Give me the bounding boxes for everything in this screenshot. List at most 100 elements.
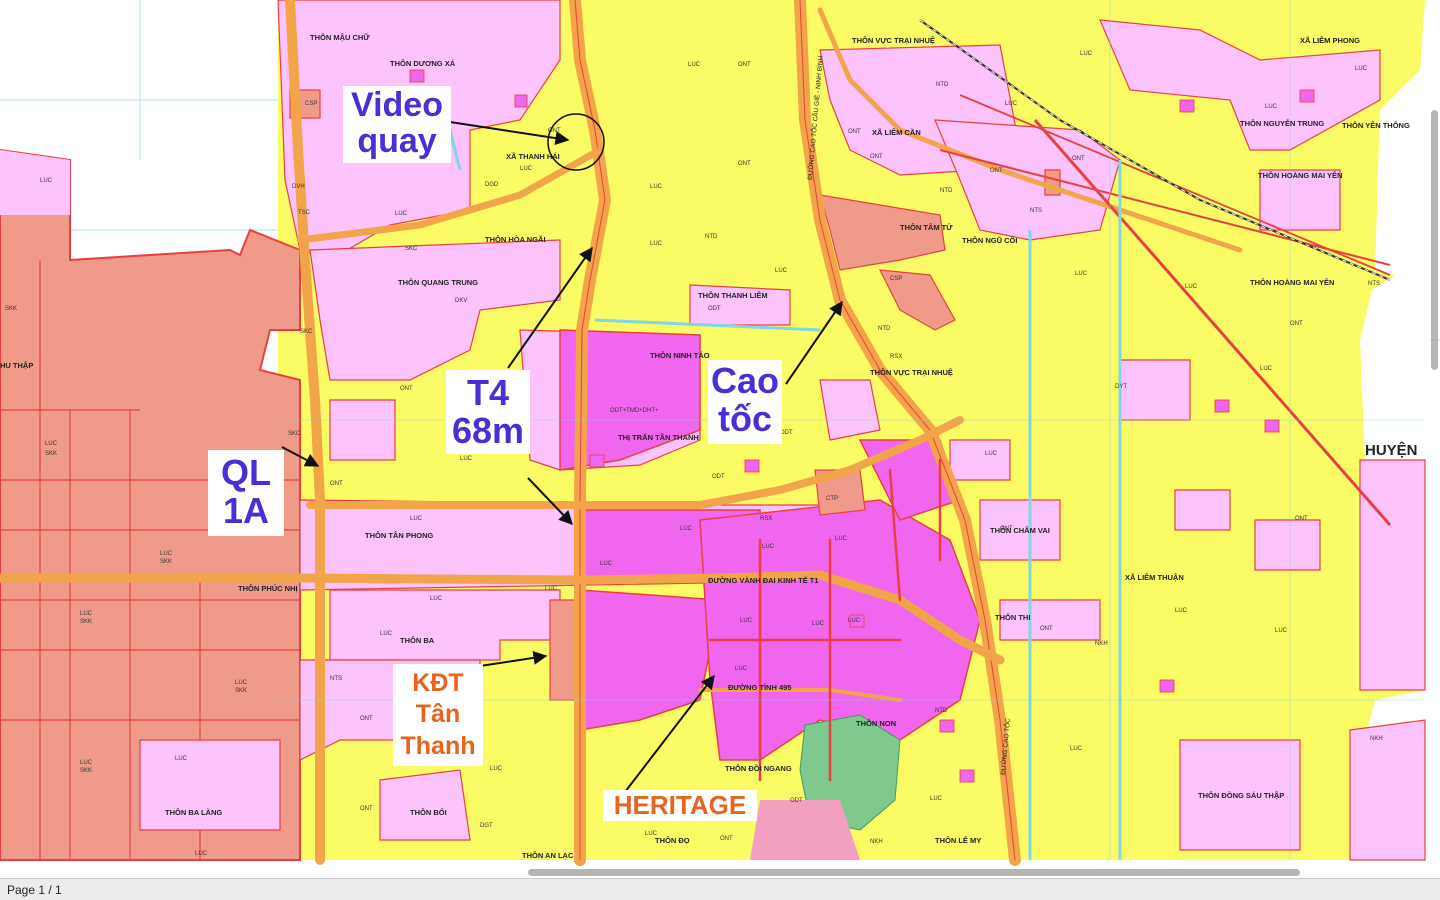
code-label: LUC <box>680 526 693 532</box>
industrial-zone-pink-fringe <box>0 150 70 215</box>
place-label: THÔN PHÚC NHỊ <box>238 584 298 593</box>
place-label: THÔN HOÀNG MAI YÊN <box>1258 171 1342 180</box>
code-label: LUC <box>160 551 173 557</box>
callout-ql-1a: QL 1A <box>208 450 284 536</box>
code-label: TSC <box>298 210 311 216</box>
code-label: ONT <box>848 129 861 135</box>
code-label: LUC <box>380 631 393 637</box>
place-label: THÔN LÊ MY <box>935 836 981 845</box>
code-label: SKK <box>5 306 17 312</box>
code-label: LUC <box>430 596 443 602</box>
code-label: SKK <box>45 451 57 457</box>
map-viewer[interactable]: ONT LUC ONT ONT LUC NTD ODT LUC LUC ODT+… <box>0 0 1440 878</box>
code-label: ONT <box>400 386 413 392</box>
code-label: LUC <box>775 268 788 274</box>
code-label: LUC <box>235 680 248 686</box>
code-label: LUC <box>1005 101 1018 107</box>
code-label: ONT <box>870 154 883 160</box>
place-label: THÔN NON <box>856 719 896 728</box>
horizontal-scrollbar[interactable] <box>528 869 1300 876</box>
code-label: LUC <box>520 166 533 172</box>
code-label: LUC <box>410 516 423 522</box>
viewer-status-bar: Page 1 / 1 <box>0 878 1440 900</box>
code-label: NKH <box>1370 736 1383 742</box>
place-label: ĐƯỜNG VÀNH ĐAI KINH TẾ T1 <box>708 575 819 585</box>
code-label: NTD <box>935 708 948 714</box>
place-label: THÔN HÒA NGÃI <box>485 235 546 244</box>
callout-t4-line1: T4 <box>466 372 509 413</box>
district-label: HUYỆN <box>1365 441 1418 459</box>
place-label: XÃ LIÊM PHONG <box>1300 36 1360 45</box>
code-label: NTD <box>705 234 718 240</box>
code-label: LUC <box>1175 608 1188 614</box>
code-label: LUC <box>80 760 93 766</box>
code-label: RSX <box>760 516 772 522</box>
place-label: THÔN ĐỒNG SÁU THẬP <box>1198 790 1284 800</box>
place-label: THÔN MẬU CHỮ <box>310 33 370 42</box>
callout-video-line2: quay <box>357 121 437 160</box>
vertical-scrollbar[interactable] <box>1431 110 1438 370</box>
code-label: DGD <box>485 182 499 188</box>
callout-cao-toc-line2: tốc <box>718 397 772 439</box>
code-label: LUC <box>40 178 53 184</box>
code-label: LUC <box>175 756 188 762</box>
code-label: LUC <box>740 618 753 624</box>
callout-kdt-tan-thanh: KĐT Tân Thanh <box>393 664 483 766</box>
code-label: LUC <box>688 62 701 68</box>
callout-video-quay: Video quay <box>343 86 451 164</box>
code-label: LUC <box>1265 104 1278 110</box>
place-label: THÔN THI <box>995 613 1030 622</box>
code-label: LUC <box>395 211 408 217</box>
place-label: THÔN TÂM TỬ <box>900 223 953 232</box>
code-label: NTS <box>1368 281 1380 287</box>
code-label: LUC <box>650 184 663 190</box>
code-label: NTD <box>936 82 949 88</box>
code-label: LUC <box>195 851 208 857</box>
code-label: ONT <box>990 168 1003 174</box>
code-label: DKV <box>455 298 467 304</box>
code-label: LUC <box>460 456 473 462</box>
code-label: LUC <box>1260 366 1273 372</box>
place-label: THÔN THANH LIÊM <box>698 291 768 300</box>
code-label: ONT <box>360 716 373 722</box>
code-label: LUC <box>80 611 93 617</box>
code-label: SKC <box>405 246 418 252</box>
callout-ql-line1: QL <box>221 452 271 493</box>
code-label: LUC <box>490 766 503 772</box>
place-label: XÃ LIÊM CẦN <box>872 127 921 137</box>
code-label: LUC <box>985 451 998 457</box>
code-label: ODT+TMD+DHT+ <box>610 408 659 414</box>
place-label: THÔN NGŨ CÔI <box>962 236 1017 245</box>
callout-heritage: HERITAGE <box>603 790 757 822</box>
callout-ql-line2: 1A <box>222 489 270 531</box>
place-label: THÔN BA <box>400 636 435 645</box>
code-label: LUC <box>545 586 558 592</box>
code-label: ONT <box>720 836 733 842</box>
code-label: ONT <box>1072 156 1085 162</box>
code-label: LUC <box>1075 271 1088 277</box>
code-label: ODT <box>708 306 721 312</box>
code-label: NKH <box>870 839 883 845</box>
code-label: SKK <box>80 619 92 625</box>
code-label: SKC <box>300 329 313 335</box>
code-label: LUC <box>650 241 663 247</box>
code-label: LUC <box>1185 284 1198 290</box>
code-label: ONT <box>360 806 373 812</box>
code-label: NTS <box>330 676 342 682</box>
code-label: NKH <box>1095 641 1108 647</box>
place-label: THÔN VỰC TRẠI NHUỆ <box>852 36 935 45</box>
place-label: THÔN DƯƠNG XÁ <box>390 59 456 68</box>
code-label: SKK <box>160 559 172 565</box>
place-label: THÔN ĐỌ <box>655 836 690 845</box>
code-label: LUC <box>1275 628 1288 634</box>
code-label: LUC <box>1355 66 1368 72</box>
code-label: CSP <box>890 276 902 282</box>
code-label: SKK <box>235 688 247 694</box>
place-label: THÔN BỐI <box>410 807 447 817</box>
place-label: THÔN NINH TÁO <box>650 351 710 360</box>
code-label: ONT <box>1290 321 1303 327</box>
code-label: CTP <box>826 496 838 502</box>
code-label: SKC <box>288 431 301 437</box>
place-label: THÔN YÊN THÔNG <box>1342 121 1410 130</box>
place-label: THÔN NGUYỄN TRUNG <box>1240 119 1324 128</box>
